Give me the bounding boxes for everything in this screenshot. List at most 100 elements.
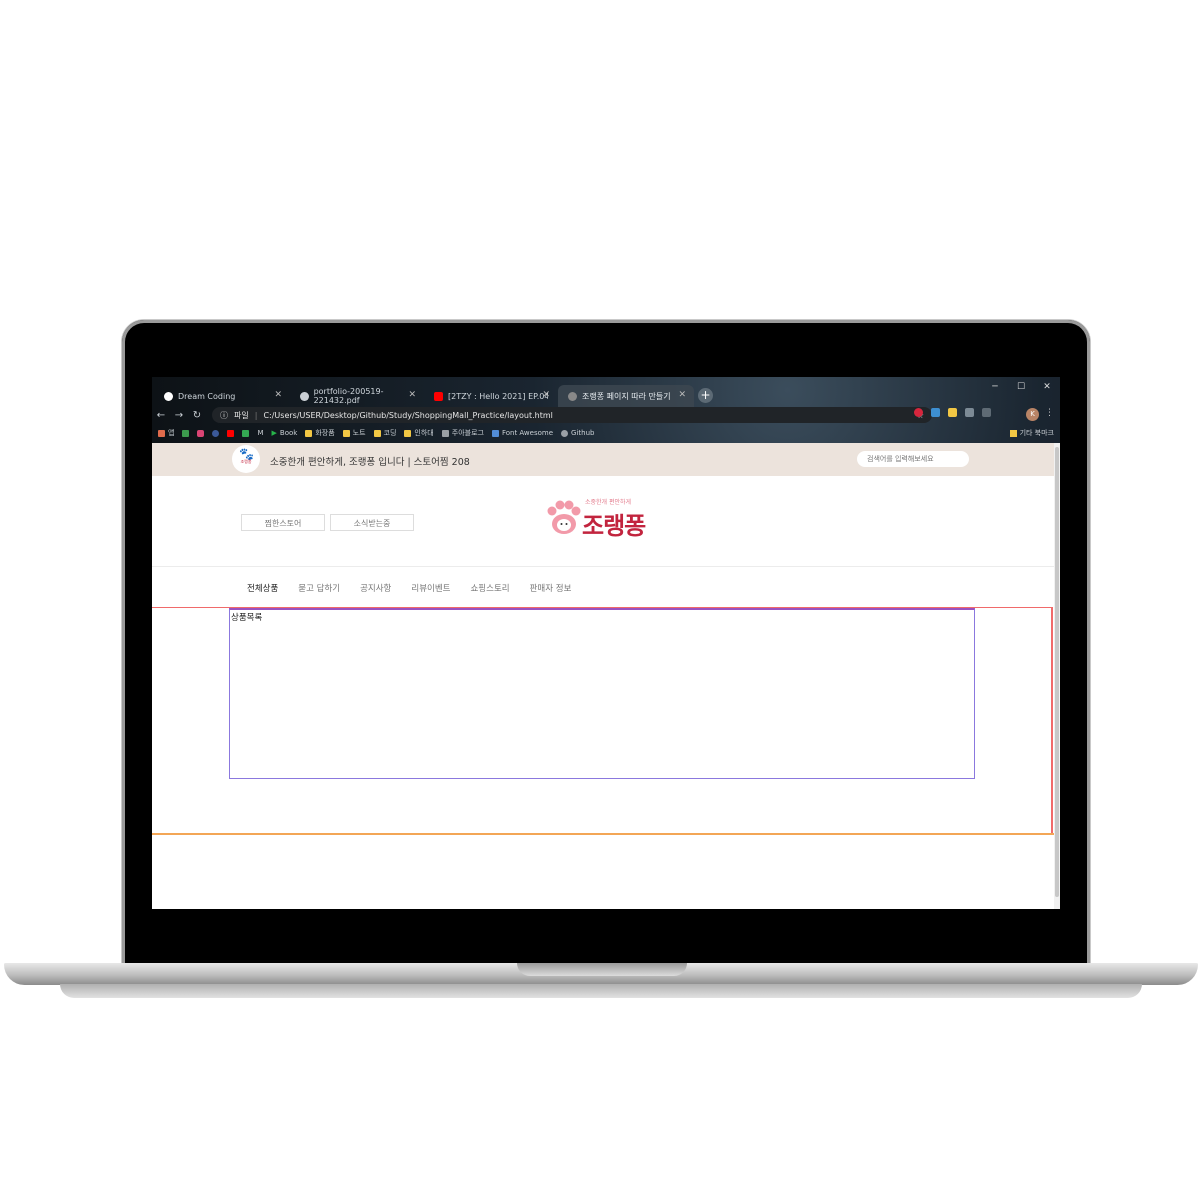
bookmark-label: 코딩: [383, 429, 397, 437]
menu-shopping-story[interactable]: 쇼핑스토리: [470, 582, 509, 594]
menu-all-products[interactable]: 전체상품: [247, 582, 278, 594]
bookmark-item[interactable]: [212, 429, 220, 437]
bookmark-label: Github: [571, 429, 595, 437]
bookmark-label: Font Awesome: [501, 429, 554, 437]
bookmark-label: 주아블로그: [451, 429, 484, 437]
window-controls: ─ ☐ ✕: [982, 379, 1060, 395]
menu-seller-info[interactable]: 판매자 정보: [530, 582, 572, 594]
github-icon: [561, 429, 569, 437]
bookmark-label: 인하대: [414, 429, 434, 437]
reading-list-icon[interactable]: [982, 408, 991, 417]
brand-tagline: 소중한개 편안하게: [585, 499, 632, 506]
category-menu: 전체상품 묻고 답하기 공지사항 리뷰이벤트 쇼핑스토리 판매자 정보: [247, 582, 591, 594]
bookmark-label: 앱: [168, 429, 175, 437]
bookmark-folder[interactable]: 코딩: [373, 428, 397, 438]
blog-icon: [441, 429, 449, 437]
tab-strip: Dream Coding ✕ portfolio-200519-221432.p…: [152, 377, 1060, 407]
info-icon[interactable]: ⓘ: [220, 410, 228, 421]
store-intro-text: 소중한개 편안하게, 조랭퐁 입니다 | 스토어찜 208: [270, 457, 470, 468]
bookmark-label: 기타 북마크: [1019, 429, 1054, 437]
tab-youtube[interactable]: [2TZY : Hello 2021] EP.04 YEJI & ✕: [424, 385, 558, 407]
bookmark-apps[interactable]: 앱: [158, 428, 174, 438]
gmail-icon: M: [257, 429, 264, 437]
tab-portfolio[interactable]: portfolio-200519-221432.pdf ✕: [290, 385, 424, 407]
apps-grid-icon: [158, 429, 165, 437]
subscribe-button[interactable]: 소식받는중: [330, 514, 414, 531]
omnibox-row: ← → ↻ ⓘ 파일 | C:/Users/USER/Desktop/Githu…: [152, 406, 1060, 424]
close-tab-icon[interactable]: ✕: [408, 390, 416, 400]
bookmark-item[interactable]: Font Awesome: [491, 429, 554, 437]
search-input[interactable]: [857, 451, 969, 467]
bookmark-item[interactable]: Github: [561, 429, 594, 437]
header-divider: [152, 566, 1054, 567]
url-separator: |: [254, 410, 258, 420]
paw-logo-icon: [547, 500, 581, 534]
menu-review-event[interactable]: 리뷰이벤트: [411, 582, 450, 594]
folder-icon: [373, 429, 381, 437]
tab-title: 조랭퐁 페이지 따라 만들기: [582, 391, 671, 401]
mini-logo-text: 조랭퐁: [240, 459, 252, 464]
extension-icon[interactable]: [914, 408, 923, 417]
tab-active-page[interactable]: 조랭퐁 페이지 따라 만들기 ✕: [558, 385, 694, 407]
back-icon[interactable]: ←: [152, 410, 170, 421]
close-tab-icon[interactable]: ✕: [542, 390, 550, 400]
close-tab-icon[interactable]: ✕: [274, 390, 282, 400]
forward-icon[interactable]: →: [170, 410, 188, 421]
other-bookmarks[interactable]: 기타 북마크: [1009, 428, 1054, 438]
address-bar[interactable]: ⓘ 파일 | C:/Users/USER/Desktop/Github/Stud…: [212, 407, 932, 423]
youtube-icon: [434, 391, 443, 401]
tab-dream-coding[interactable]: Dream Coding ✕: [154, 385, 290, 407]
bookmark-folder[interactable]: 노트: [342, 428, 366, 438]
bookmark-label: Book: [279, 429, 298, 437]
tab-favicon-icon: [568, 391, 577, 401]
close-tab-icon[interactable]: ✕: [678, 390, 686, 400]
laptop-base-lip: [60, 984, 1142, 998]
extensions-area: [914, 408, 991, 417]
menu-kebab-icon[interactable]: ⋮: [1045, 408, 1054, 418]
tab-favicon-icon: [300, 391, 309, 401]
bookmark-item[interactable]: [197, 429, 205, 437]
extension-icon[interactable]: [948, 408, 957, 417]
bookmark-gmail[interactable]: M: [257, 429, 263, 437]
page-scrollbar[interactable]: [1054, 443, 1060, 909]
maximize-icon[interactable]: ☐: [1008, 379, 1034, 395]
drive-icon: [242, 429, 250, 437]
reload-icon[interactable]: ↻: [188, 410, 206, 421]
bookmark-folder[interactable]: 인하대: [404, 428, 434, 438]
font-awesome-icon: [491, 429, 499, 437]
menu-qna[interactable]: 묻고 답하기: [298, 582, 340, 594]
scrollbar-thumb[interactable]: [1055, 447, 1059, 897]
bookmark-label: 화장품: [315, 429, 335, 437]
play-icon: ▶: [271, 429, 277, 437]
bookmark-item[interactable]: [227, 429, 235, 437]
product-list-section: 상품목록: [229, 608, 975, 779]
browser-chrome: Dream Coding ✕ portfolio-200519-221432.p…: [152, 377, 1060, 443]
bookmark-item[interactable]: [242, 429, 250, 437]
extension-icon[interactable]: [931, 408, 940, 417]
url-prefix: 파일: [234, 410, 249, 420]
tab-title: portfolio-200519-221432.pdf: [313, 387, 384, 405]
brand-logo[interactable]: 소중한개 편안하게 조랭퐁: [545, 495, 665, 543]
naver-icon: [182, 429, 190, 437]
url-text: C:/Users/USER/Desktop/Github/Study/Shopp…: [263, 410, 553, 420]
favorite-store-button[interactable]: 찜한스토어: [241, 514, 325, 531]
new-tab-button[interactable]: +: [698, 388, 713, 403]
close-window-icon[interactable]: ✕: [1034, 379, 1060, 395]
folder-icon: [1009, 429, 1017, 437]
facebook-icon: [212, 429, 220, 437]
mini-logo[interactable]: 🐾 조랭퐁: [232, 445, 260, 473]
menu-notice[interactable]: 공지사항: [360, 582, 391, 594]
bookmark-folder[interactable]: 화장품: [305, 428, 335, 438]
laptop-notch: [517, 963, 687, 976]
puzzle-icon[interactable]: [965, 408, 974, 417]
bookmarks-bar: 앱 M ▶ Book 화장품 노트 코딩 인하대 주아블로그 Font Aweso…: [152, 424, 1060, 442]
bookmark-item[interactable]: 주아블로그: [441, 428, 484, 438]
laptop-screen: Dream Coding ✕ portfolio-200519-221432.p…: [152, 377, 1060, 909]
bookmark-book[interactable]: ▶ Book: [272, 429, 298, 437]
tab-title: [2TZY : Hello 2021] EP.04 YEJI &: [448, 391, 548, 401]
bookmark-item[interactable]: [182, 429, 190, 437]
profile-avatar[interactable]: K: [1026, 408, 1039, 421]
minimize-icon[interactable]: ─: [982, 379, 1008, 395]
store-topbar: 🐾 조랭퐁 소중한개 편안하게, 조랭퐁 입니다 | 스토어찜 208: [152, 443, 1054, 476]
main-section-bottom-border: [152, 833, 1055, 835]
